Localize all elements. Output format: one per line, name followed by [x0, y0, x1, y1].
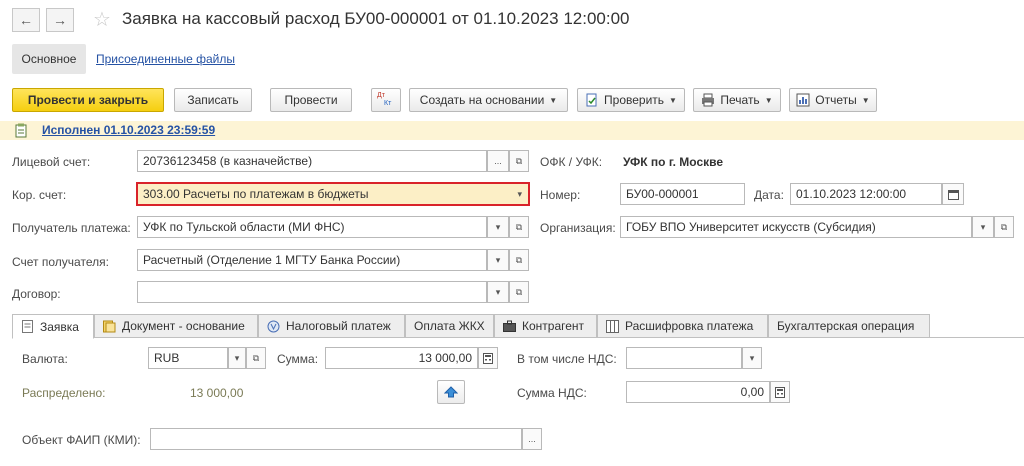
dropdown-icon[interactable]: ▾ — [517, 189, 522, 200]
faip-label: Объект ФАИП (КМИ): — [22, 433, 141, 447]
currency-dropdown-icon[interactable]: ▾ — [228, 347, 246, 369]
reports-dropdown[interactable]: Отчеты ▼ — [789, 88, 877, 112]
print-dropdown[interactable]: Печать ▼ — [693, 88, 781, 112]
kor-account-field[interactable]: 303.00 Расчеты по платежам в бюджеты ▾ — [136, 182, 530, 206]
dt-kt-icon: Дт Кт — [377, 92, 392, 107]
tab-counterparty[interactable]: Контрагент — [494, 314, 597, 338]
recipient-account-open-icon[interactable]: ⧉ — [509, 249, 529, 271]
number-label: Номер: — [540, 188, 581, 202]
section-tab-main[interactable]: Основное — [12, 44, 86, 74]
tab-request[interactable]: Заявка — [12, 314, 94, 339]
organization-label: Организация: — [540, 221, 616, 235]
status-link[interactable]: Исполнен 01.10.2023 23:59:59 — [42, 123, 215, 137]
page-title: Заявка на кассовый расход БУ00-000001 от… — [122, 9, 630, 28]
printer-icon — [702, 93, 715, 107]
tab-base-document[interactable]: Документ - основание — [94, 314, 258, 338]
calculator-icon[interactable] — [478, 347, 498, 369]
currency-field[interactable]: RUB — [148, 347, 228, 369]
recipient-account-label: Счет получателя: — [12, 255, 109, 269]
vat-included-field[interactable] — [626, 347, 742, 369]
table-icon — [606, 319, 619, 333]
report-icon — [796, 93, 810, 107]
tab-utility-payment[interactable]: Оплата ЖКХ — [405, 314, 494, 338]
save-button[interactable]: Записать — [174, 88, 252, 112]
arrow-up-icon — [444, 386, 458, 398]
vat-sum-field[interactable]: 0,00 — [626, 381, 770, 403]
tab-payment-breakdown[interactable]: Расшифровка платежа — [597, 314, 768, 338]
distribute-up-button[interactable] — [437, 380, 465, 404]
account-field[interactable]: 20736123458 (в казначействе) — [137, 150, 487, 172]
recipient-dropdown-icon[interactable]: ▾ — [487, 216, 509, 238]
number-field[interactable]: БУ00-000001 — [620, 183, 745, 205]
tab-accounting-operation[interactable]: Бухгалтерская операция — [768, 314, 930, 338]
recipient-account-dropdown-icon[interactable]: ▾ — [487, 249, 509, 271]
account-open-icon[interactable]: ⧉ — [509, 150, 529, 172]
account-label: Лицевой счет: — [12, 155, 91, 169]
distributed-label: Распределено: — [22, 386, 106, 400]
currency-open-icon[interactable]: ⧉ — [246, 347, 266, 369]
calculator-icon[interactable] — [770, 381, 790, 403]
section-link-files[interactable]: Присоединенные файлы — [96, 52, 235, 66]
faip-select-button[interactable]: ... — [522, 428, 542, 450]
currency-label: Валюта: — [22, 352, 68, 366]
forward-button[interactable]: → — [46, 8, 74, 32]
caret-down-icon: ▼ — [669, 95, 677, 105]
account-select-button[interactable]: ... — [487, 150, 509, 172]
contract-dropdown-icon[interactable]: ▾ — [487, 281, 509, 303]
date-label: Дата: — [754, 188, 784, 202]
organization-dropdown-icon[interactable]: ▾ — [972, 216, 994, 238]
calendar-icon[interactable] — [942, 183, 964, 205]
document-check-icon — [586, 93, 597, 107]
folder-icon — [103, 320, 116, 332]
caret-down-icon: ▼ — [549, 95, 558, 105]
coat-of-arms-icon — [267, 320, 280, 332]
recipient-account-field[interactable]: Расчетный (Отделение 1 МГТУ Банка России… — [137, 249, 487, 271]
ofk-value: УФК по г. Москве — [623, 155, 724, 169]
tab-tax-payment[interactable]: Налоговый платеж — [258, 314, 405, 338]
date-field[interactable]: 01.10.2023 12:00:00 — [790, 183, 942, 205]
favorite-star-icon[interactable]: ☆ — [93, 7, 111, 32]
dt-kt-button[interactable]: Дт Кт — [371, 88, 401, 112]
sum-field[interactable]: 13 000,00 — [325, 347, 478, 369]
vat-included-dropdown-icon[interactable]: ▾ — [742, 347, 762, 369]
contract-field[interactable] — [137, 281, 487, 303]
clipboard-icon — [15, 123, 27, 138]
arrow-right-icon: → — [53, 12, 67, 28]
distributed-value: 13 000,00 — [190, 386, 244, 400]
ofk-label: ОФК / УФК: — [540, 155, 603, 169]
create-based-on-dropdown[interactable]: Создать на основании ▼ — [409, 88, 568, 112]
recipient-open-icon[interactable]: ⧉ — [509, 216, 529, 238]
sum-label: Сумма: — [277, 352, 319, 366]
contract-open-icon[interactable]: ⧉ — [509, 281, 529, 303]
recipient-label: Получатель платежа: — [12, 221, 131, 235]
post-and-close-button[interactable]: Провести и закрыть — [12, 88, 164, 112]
check-dropdown[interactable]: Проверить ▼ — [577, 88, 685, 112]
vat-included-label: В том числе НДС: — [517, 352, 617, 366]
caret-down-icon: ▼ — [764, 95, 773, 105]
briefcase-icon — [503, 320, 516, 332]
caret-down-icon: ▼ — [861, 95, 870, 105]
organization-open-icon[interactable]: ⧉ — [994, 216, 1014, 238]
back-button[interactable]: ← — [12, 8, 40, 32]
organization-field[interactable]: ГОБУ ВПО Университет искусств (Субсидия) — [620, 216, 972, 238]
vat-sum-label: Сумма НДС: — [517, 386, 587, 400]
post-button[interactable]: Провести — [270, 88, 352, 112]
faip-field[interactable] — [150, 428, 522, 450]
contract-label: Договор: — [12, 287, 61, 301]
kor-account-label: Кор. счет: — [12, 188, 67, 202]
recipient-field[interactable]: УФК по Тульской области (МИ ФНС) — [137, 216, 487, 238]
arrow-left-icon: ← — [19, 12, 33, 28]
document-icon — [22, 320, 33, 333]
